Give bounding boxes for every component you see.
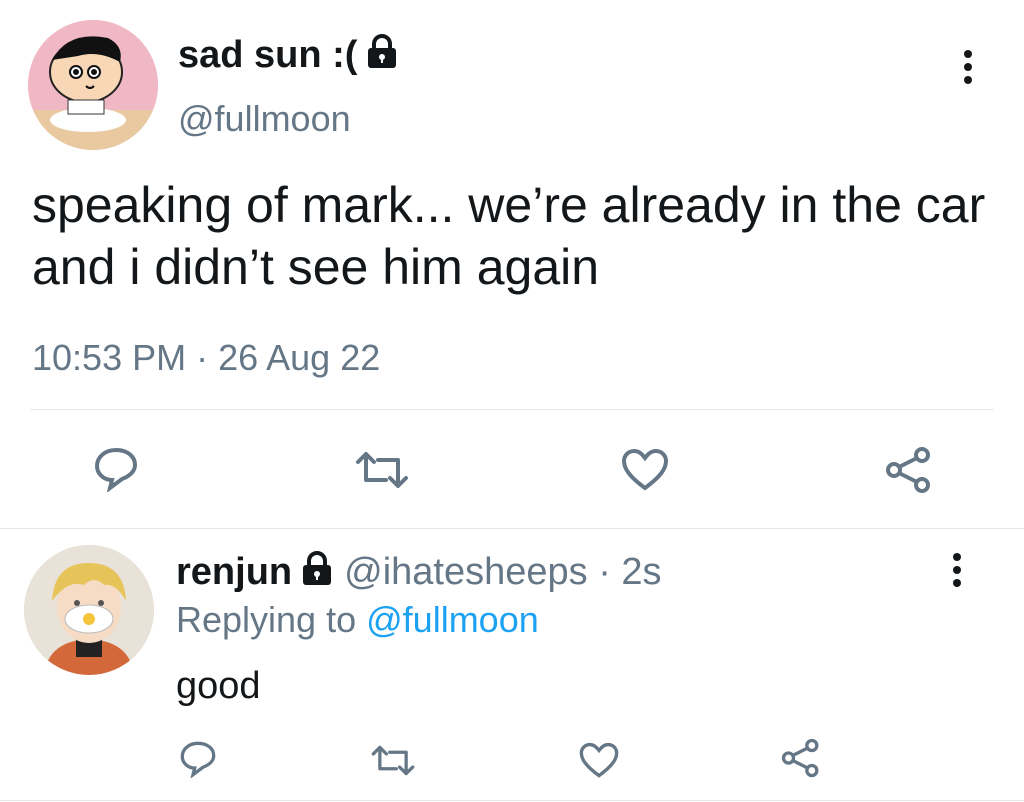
share-icon[interactable] — [780, 738, 822, 778]
avatar[interactable] — [28, 20, 158, 150]
avatar-image — [24, 545, 154, 675]
divider — [0, 800, 1024, 801]
retweet-icon[interactable] — [370, 744, 416, 777]
tweet-timestamp[interactable]: 10:53 PM · 26 Aug 22 — [32, 336, 380, 380]
replying-to: Replying to @fullmoon — [176, 598, 539, 642]
share-icon[interactable] — [884, 446, 934, 494]
display-name-text: sad sun :( — [178, 34, 358, 76]
avatar-image — [28, 20, 158, 150]
lock-icon — [365, 33, 399, 80]
retweet-icon[interactable] — [354, 450, 410, 490]
more-icon[interactable] — [964, 50, 974, 89]
reply-text: good — [176, 665, 261, 707]
like-icon[interactable] — [620, 448, 670, 492]
lock-icon — [300, 550, 334, 597]
tweet-text: speaking of mark... we’re already in the… — [32, 177, 986, 295]
more-icon[interactable] — [953, 553, 963, 592]
reply-icon[interactable] — [92, 446, 140, 492]
like-icon[interactable] — [578, 742, 620, 779]
reply-display-name[interactable]: renjun — [176, 551, 292, 593]
divider — [30, 409, 994, 410]
divider — [0, 528, 1024, 529]
replying-to-link[interactable]: @fullmoon — [366, 599, 539, 640]
reply-header: renjun @ihatesheeps · 2s — [176, 549, 662, 597]
tweet-display-name[interactable]: sad sun :( — [178, 32, 399, 80]
reply-handle[interactable]: @ihatesheeps · 2s — [344, 551, 661, 593]
tweet-handle[interactable]: @fullmoon — [178, 97, 351, 141]
replying-prefix: Replying to — [176, 599, 357, 640]
avatar[interactable] — [24, 545, 154, 675]
reply-icon[interactable] — [178, 740, 218, 778]
